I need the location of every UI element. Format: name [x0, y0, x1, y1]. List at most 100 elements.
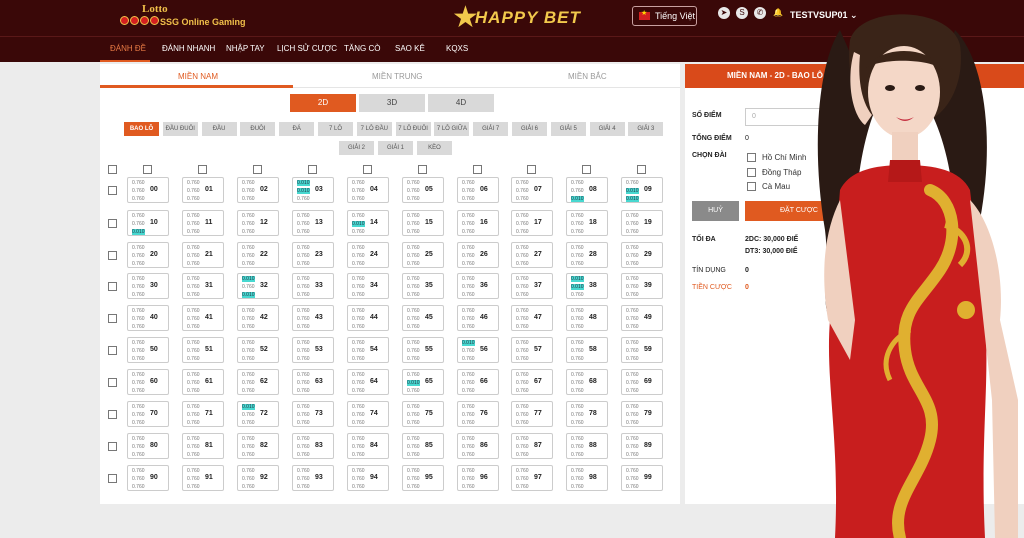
number-cell-72[interactable]: 0.010 0.760 0.760 72 [237, 401, 279, 427]
number-cell-56[interactable]: 0.010 0.760 0.760 56 [457, 337, 499, 363]
station-checkbox[interactable] [747, 153, 756, 162]
bet-type-tab[interactable]: GIẢI 1 [378, 141, 413, 155]
bet-type-tab[interactable]: ĐẦU ĐUÔI [162, 122, 198, 136]
tab-mien-trung[interactable]: MIỀN TRUNG [372, 72, 423, 81]
number-cell-08[interactable]: 0.760 0.760 0.010 08 [566, 177, 608, 203]
number-cell-76[interactable]: 0.760 0.760 0.760 76 [457, 401, 499, 427]
number-cell-62[interactable]: 0.760 0.760 0.760 62 [237, 369, 279, 395]
number-cell-40[interactable]: 0.760 0.760 0.760 40 [127, 305, 169, 331]
number-cell-09[interactable]: 0.760 0.010 0.010 09 [621, 177, 663, 203]
number-cell-06[interactable]: 0.760 0.760 0.760 06 [457, 177, 499, 203]
number-cell-23[interactable]: 0.760 0.760 0.760 23 [292, 242, 334, 268]
number-cell-73[interactable]: 0.760 0.760 0.760 73 [292, 401, 334, 427]
lotto-logo[interactable]: Lotto SSG Online Gaming [100, 3, 246, 33]
nav-item-lich-su-cuoc[interactable]: LỊCH SỬ CƯỢC [277, 44, 337, 53]
bet-type-tab[interactable]: GIẢI 3 [628, 122, 664, 136]
number-cell-88[interactable]: 0.760 0.760 0.760 88 [566, 433, 608, 459]
telegram-icon[interactable]: ➤ [718, 7, 730, 19]
number-cell-26[interactable]: 0.760 0.760 0.760 26 [457, 242, 499, 268]
number-cell-52[interactable]: 0.760 0.760 0.760 52 [237, 337, 279, 363]
number-cell-58[interactable]: 0.760 0.760 0.760 58 [566, 337, 608, 363]
row-checkbox[interactable] [108, 410, 117, 419]
number-cell-32[interactable]: 0.010 0.760 0.010 32 [237, 273, 279, 299]
column-checkbox[interactable] [198, 165, 207, 174]
number-cell-66[interactable]: 0.760 0.760 0.760 66 [457, 369, 499, 395]
number-cell-07[interactable]: 0.760 0.760 0.760 07 [511, 177, 553, 203]
number-cell-04[interactable]: 0.760 0.760 0.760 04 [347, 177, 389, 203]
bet-type-tab[interactable]: ĐUÔI [240, 122, 276, 136]
cancel-button[interactable]: HUỶ [692, 201, 739, 221]
bet-type-tab[interactable]: GIẢI 6 [512, 122, 547, 136]
number-cell-38[interactable]: 0.010 0.010 0.760 38 [566, 273, 608, 299]
number-cell-50[interactable]: 0.760 0.760 0.760 50 [127, 337, 169, 363]
number-cell-80[interactable]: 0.760 0.760 0.760 80 [127, 433, 169, 459]
number-cell-96[interactable]: 0.760 0.760 0.760 96 [457, 465, 499, 491]
number-cell-15[interactable]: 0.760 0.760 0.760 15 [402, 210, 444, 236]
row-checkbox[interactable] [108, 282, 117, 291]
number-cell-12[interactable]: 0.760 0.760 0.760 12 [237, 210, 279, 236]
number-cell-46[interactable]: 0.760 0.760 0.760 46 [457, 305, 499, 331]
number-cell-55[interactable]: 0.760 0.760 0.760 55 [402, 337, 444, 363]
number-cell-00[interactable]: 0.760 0.760 0.760 00 [127, 177, 169, 203]
number-cell-19[interactable]: 0.760 0.760 0.760 19 [621, 210, 663, 236]
row-checkbox[interactable] [108, 442, 117, 451]
number-cell-87[interactable]: 0.760 0.760 0.760 87 [511, 433, 553, 459]
language-selector[interactable]: Tiếng Việt [632, 6, 697, 26]
number-cell-31[interactable]: 0.760 0.760 0.760 31 [182, 273, 224, 299]
nav-item-nhap-tay[interactable]: NHẬP TAY [226, 44, 265, 53]
nav-item-danh-nhanh[interactable]: ĐÁNH NHANH [162, 44, 215, 53]
number-cell-99[interactable]: 0.760 0.760 0.760 99 [621, 465, 663, 491]
bet-type-tab[interactable]: 7 LÔ ĐẦU [356, 122, 392, 136]
column-checkbox[interactable] [637, 165, 646, 174]
number-cell-21[interactable]: 0.760 0.760 0.760 21 [182, 242, 224, 268]
number-cell-70[interactable]: 0.760 0.760 0.760 70 [127, 401, 169, 427]
number-cell-24[interactable]: 0.760 0.760 0.760 24 [347, 242, 389, 268]
bet-type-tab[interactable]: ĐẦU [201, 122, 237, 136]
number-cell-27[interactable]: 0.760 0.760 0.760 27 [511, 242, 553, 268]
tab-3d[interactable]: 3D [359, 94, 425, 112]
phone-icon[interactable]: ✆ [754, 7, 766, 19]
bet-type-tab[interactable]: KÈO [417, 141, 452, 155]
number-cell-64[interactable]: 0.760 0.760 0.760 64 [347, 369, 389, 395]
row-checkbox[interactable] [108, 314, 117, 323]
column-checkbox[interactable] [418, 165, 427, 174]
skype-icon[interactable]: S [736, 7, 748, 19]
number-cell-65[interactable]: 0.760 0.010 0.760 65 [402, 369, 444, 395]
number-cell-84[interactable]: 0.760 0.760 0.760 84 [347, 433, 389, 459]
station-checkbox[interactable] [747, 168, 756, 177]
tab-mien-nam[interactable]: MIỀN NAM [178, 72, 218, 81]
number-cell-37[interactable]: 0.760 0.760 0.760 37 [511, 273, 553, 299]
number-cell-53[interactable]: 0.760 0.760 0.760 53 [292, 337, 334, 363]
tab-4d[interactable]: 4D [428, 94, 494, 112]
number-cell-16[interactable]: 0.760 0.760 0.760 16 [457, 210, 499, 236]
column-checkbox[interactable] [253, 165, 262, 174]
number-cell-81[interactable]: 0.760 0.760 0.760 81 [182, 433, 224, 459]
number-cell-90[interactable]: 0.760 0.760 0.760 90 [127, 465, 169, 491]
bet-type-tab[interactable]: ĐÁ [279, 122, 315, 136]
number-cell-83[interactable]: 0.760 0.760 0.760 83 [292, 433, 334, 459]
number-cell-94[interactable]: 0.760 0.760 0.760 94 [347, 465, 389, 491]
number-cell-89[interactable]: 0.760 0.760 0.760 89 [621, 433, 663, 459]
number-cell-22[interactable]: 0.760 0.760 0.760 22 [237, 242, 279, 268]
number-cell-39[interactable]: 0.760 0.760 0.760 39 [621, 273, 663, 299]
number-cell-49[interactable]: 0.760 0.760 0.760 49 [621, 305, 663, 331]
nav-item-kqxs[interactable]: KQXS [446, 44, 468, 53]
bet-type-tab[interactable]: GIẢI 7 [473, 122, 509, 136]
row-checkbox[interactable] [108, 251, 117, 260]
number-cell-98[interactable]: 0.760 0.760 0.760 98 [566, 465, 608, 491]
number-cell-51[interactable]: 0.760 0.760 0.760 51 [182, 337, 224, 363]
select-all-checkbox[interactable] [108, 165, 117, 174]
number-cell-20[interactable]: 0.760 0.760 0.760 20 [127, 242, 169, 268]
number-cell-14[interactable]: 0.760 0.010 0.760 14 [347, 210, 389, 236]
column-checkbox[interactable] [363, 165, 372, 174]
number-cell-71[interactable]: 0.760 0.760 0.760 71 [182, 401, 224, 427]
column-checkbox[interactable] [308, 165, 317, 174]
bet-type-tab[interactable]: GIẢI 2 [339, 141, 374, 155]
number-cell-92[interactable]: 0.760 0.760 0.760 92 [237, 465, 279, 491]
tab-mien-bac[interactable]: MIỀN BẮC [568, 72, 607, 81]
bet-type-tab[interactable]: GIẢI 5 [550, 122, 586, 136]
row-checkbox[interactable] [108, 474, 117, 483]
number-cell-47[interactable]: 0.760 0.760 0.760 47 [511, 305, 553, 331]
row-checkbox[interactable] [108, 346, 117, 355]
number-cell-85[interactable]: 0.760 0.760 0.760 85 [402, 433, 444, 459]
